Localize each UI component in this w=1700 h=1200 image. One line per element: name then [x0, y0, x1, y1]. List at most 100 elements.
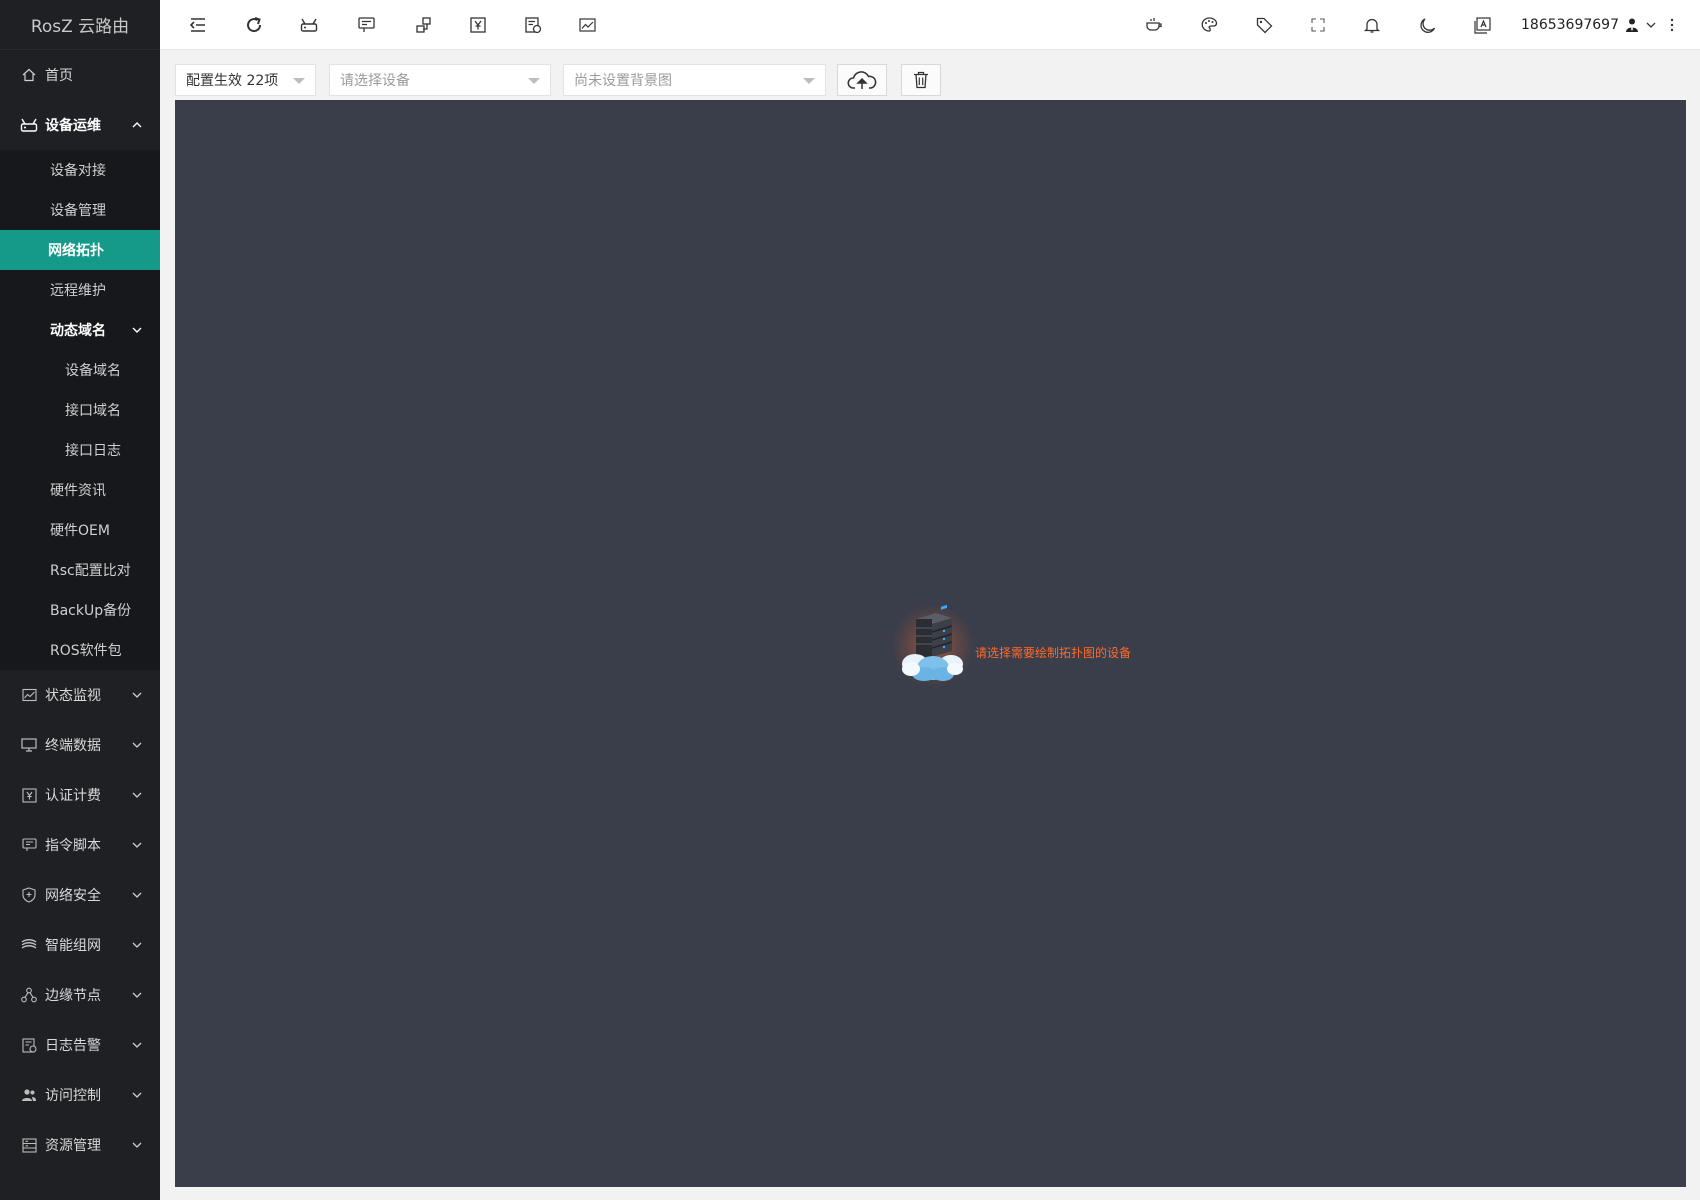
sidebar-item-label: 设备管理 [50, 203, 106, 219]
chevron-up-icon [130, 118, 144, 132]
sidebar: RosZ 云路由 首页 设备运维 设备对接 设备管理 网络拓扑 远程维护 动态域… [0, 0, 160, 1200]
sidebar-item-label: BackUp备份 [50, 603, 132, 619]
sidebar-item-network-topology[interactable]: 网络拓扑 [0, 230, 160, 270]
sidebar-item-terminal-data[interactable]: 终端数据 [0, 720, 160, 770]
log-icon[interactable] [521, 13, 545, 37]
chevron-down-icon [130, 738, 144, 752]
sidebar-item-label: 网络拓扑 [48, 243, 104, 259]
sidebar-item-label: 动态域名 [50, 323, 106, 339]
trash-icon [913, 71, 929, 89]
sidebar-item-label: 硬件OEM [50, 523, 110, 539]
user-menu[interactable]: 18653697697 [1521, 0, 1657, 50]
sidebar-item-label: 设备域名 [65, 363, 121, 379]
sidebar-item-ros-packages[interactable]: ROS软件包 [0, 630, 160, 670]
device-select-placeholder: 请选择设备 [340, 73, 410, 89]
sidebar-item-log-alarm[interactable]: 日志告警 [0, 1020, 160, 1070]
sidebar-item-access-control[interactable]: 访问控制 [0, 1070, 160, 1120]
bell-icon[interactable] [1360, 13, 1384, 37]
sidebar-item-hardware-oem[interactable]: 硬件OEM [0, 510, 160, 550]
menu-fold-icon[interactable] [186, 13, 210, 37]
log-icon [20, 1036, 38, 1054]
sidebar-item-network-security[interactable]: 网络安全 [0, 870, 160, 920]
nodes-icon [20, 986, 38, 1004]
shield-icon [20, 886, 38, 904]
sidebar-item-label: 状态监视 [45, 688, 101, 704]
sidebar-item-interface-domain[interactable]: 接口域名 [0, 390, 160, 430]
device-select[interactable]: 请选择设备 [329, 64, 551, 96]
server-cloud-icon [891, 604, 975, 688]
coffee-icon[interactable] [1142, 13, 1166, 37]
fullscreen-icon[interactable] [1306, 13, 1330, 37]
sidebar-item-label: 首页 [45, 68, 73, 84]
chevron-down-icon [130, 838, 144, 852]
sidebar-item-edge-nodes[interactable]: 边缘节点 [0, 970, 160, 1020]
network-icon[interactable] [411, 13, 435, 37]
sidebar-item-label: 资源管理 [45, 1138, 101, 1154]
sidebar-item-backup[interactable]: BackUp备份 [0, 590, 160, 630]
users-icon [20, 1086, 38, 1104]
monitor-icon [20, 736, 38, 754]
config-select-value: 配置生效 22项 [186, 73, 279, 89]
translate-icon[interactable] [1470, 13, 1494, 37]
chevron-down-icon [130, 988, 144, 1002]
sidebar-item-remote-maintenance[interactable]: 远程维护 [0, 270, 160, 310]
yen-icon [20, 786, 38, 804]
sidebar-item-interface-log[interactable]: 接口日志 [0, 430, 160, 470]
sidebar-item-home[interactable]: 首页 [0, 50, 160, 100]
device-ops-submenu: 设备对接 设备管理 网络拓扑 远程维护 动态域名 设备域名 接口域名 接口日志 … [0, 150, 160, 670]
upload-background-button[interactable] [837, 64, 887, 96]
script-icon[interactable] [354, 13, 378, 37]
caret-down-icon [293, 78, 305, 84]
config-select[interactable]: 配置生效 22项 [175, 64, 316, 96]
sidebar-item-ddns[interactable]: 动态域名 [0, 310, 160, 350]
sidebar-item-resource-manage[interactable]: 资源管理 [0, 1120, 160, 1170]
chevron-down-icon [130, 938, 144, 952]
moon-icon[interactable] [1415, 13, 1439, 37]
chevron-down-icon [130, 888, 144, 902]
sidebar-item-auth-billing[interactable]: 认证计费 [0, 770, 160, 820]
cloud-upload-icon [847, 70, 877, 90]
sidebar-item-label: 设备运维 [45, 118, 101, 134]
sidebar-item-label: Rsc配置比对 [50, 563, 131, 579]
sidebar-item-label: 硬件资讯 [50, 483, 106, 499]
caret-down-icon [528, 78, 540, 84]
chevron-down-icon [130, 1038, 144, 1052]
sidebar-item-device-manage[interactable]: 设备管理 [0, 190, 160, 230]
sidebar-item-device-ops[interactable]: 设备运维 [0, 100, 160, 150]
sidebar-item-device-domain[interactable]: 设备域名 [0, 350, 160, 390]
router-icon [20, 116, 38, 134]
sidebar-item-smart-networking[interactable]: 智能组网 [0, 920, 160, 970]
sidebar-item-label: 边缘节点 [45, 988, 101, 1004]
sidebar-item-command-script[interactable]: 指令脚本 [0, 820, 160, 870]
chevron-down-icon [130, 688, 144, 702]
chevron-down-icon [130, 1138, 144, 1152]
more-vertical-icon[interactable] [1660, 13, 1684, 37]
yen-icon[interactable] [466, 13, 490, 37]
sidebar-item-label: 远程维护 [50, 283, 106, 299]
sidebar-item-hardware-news[interactable]: 硬件资讯 [0, 470, 160, 510]
chart-icon[interactable] [575, 13, 599, 37]
sidebar-item-rsc-compare[interactable]: Rsc配置比对 [0, 550, 160, 590]
empty-state: 请选择需要绘制拓扑图的设备 [891, 604, 1131, 688]
background-select-placeholder: 尚未设置背景图 [574, 73, 672, 89]
sidebar-item-label: 智能组网 [45, 938, 101, 954]
chevron-down-icon [130, 1088, 144, 1102]
chevron-down-icon [130, 788, 144, 802]
tag-icon[interactable] [1252, 13, 1276, 37]
background-select[interactable]: 尚未设置背景图 [563, 64, 826, 96]
sidebar-item-device-connect[interactable]: 设备对接 [0, 150, 160, 190]
chart-icon [20, 686, 38, 704]
router-icon[interactable] [297, 13, 321, 37]
chevron-down-icon [1645, 19, 1657, 31]
sidebar-item-status-monitor[interactable]: 状态监视 [0, 670, 160, 720]
refresh-icon[interactable] [242, 13, 266, 37]
topology-canvas[interactable]: 请选择需要绘制拓扑图的设备 [175, 100, 1686, 1187]
palette-icon[interactable] [1197, 13, 1221, 37]
sidebar-item-label: 日志告警 [45, 1038, 101, 1054]
top-header: 18653697697 [160, 0, 1700, 50]
home-icon [20, 66, 38, 84]
sidebar-item-label: 网络安全 [45, 888, 101, 904]
sidebar-item-label: 访问控制 [45, 1088, 101, 1104]
empty-message: 请选择需要绘制拓扑图的设备 [975, 645, 1132, 660]
delete-background-button[interactable] [901, 64, 941, 96]
